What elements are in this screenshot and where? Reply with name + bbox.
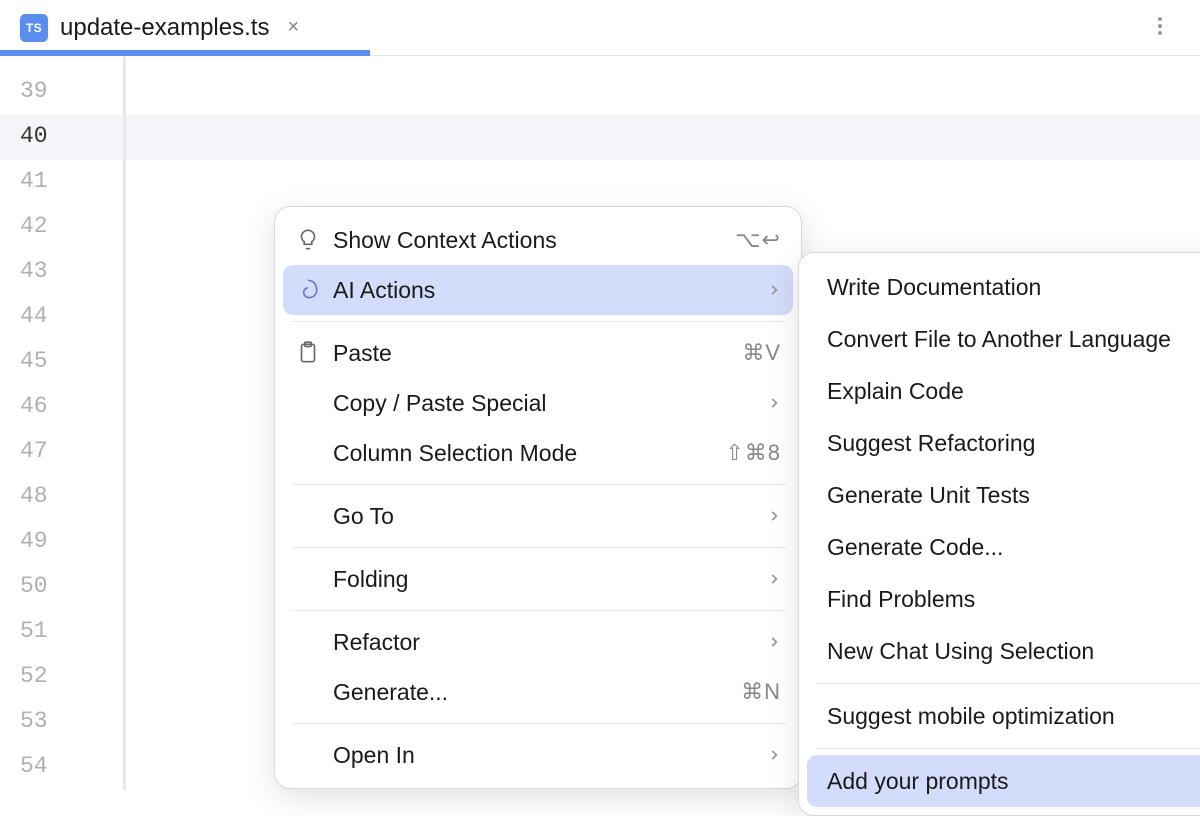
menu-item-label: Generate... [333,679,741,706]
submenu-item-suggest-mobile-optimization[interactable]: Suggest mobile optimization [799,690,1200,742]
line-number[interactable]: 43 [0,250,123,295]
submenu-item-generate-code[interactable]: Generate Code... [799,521,1200,573]
line-number[interactable]: 54 [0,745,123,790]
menu-item-label: Suggest mobile optimization [827,703,1200,730]
menu-item-label: Copy / Paste Special [333,390,767,417]
file-tab[interactable]: TS update-examples.ts × [0,0,325,55]
editor: 39404142434445464748495051525354 Show Co… [0,56,1200,790]
chevron-right-icon [767,629,781,655]
menu-item-label: Convert File to Another Language [827,326,1200,353]
clipboard-icon [295,340,333,366]
close-tab-icon[interactable]: × [281,16,305,39]
menu-item-label: Refactor [333,629,767,656]
menu-item-refactor[interactable]: Refactor [275,617,801,667]
menu-separator [291,484,785,485]
line-number[interactable]: 39 [0,70,123,115]
menu-item-label: Folding [333,566,767,593]
line-number[interactable]: 50 [0,565,123,610]
keyboard-shortcut: ⇧⌘8 [725,440,781,466]
submenu-item-suggest-refactoring[interactable]: Suggest Refactoring [799,417,1200,469]
menu-item-label: Add your prompts [827,768,1200,795]
menu-item-label: New Chat Using Selection [827,638,1200,665]
submenu-item-new-chat-using-selection[interactable]: New Chat Using Selection [799,625,1200,677]
line-number[interactable]: 45 [0,340,123,385]
menu-item-folding[interactable]: Folding [275,554,801,604]
line-number[interactable]: 49 [0,520,123,565]
chevron-right-icon [767,742,781,768]
submenu-item-find-problems[interactable]: Find Problems [799,573,1200,625]
tab-bar: TS update-examples.ts × [0,0,1200,56]
menu-item-paste[interactable]: Paste⌘V [275,328,801,378]
keyboard-shortcut: ⌥↩ [735,227,781,253]
menu-item-go-to[interactable]: Go To [275,491,801,541]
code-line [126,115,1200,160]
line-number[interactable]: 48 [0,475,123,520]
menu-item-ai-actions[interactable]: AI Actions [283,265,793,315]
menu-item-label: AI Actions [333,277,767,304]
code-line [126,70,1200,115]
ai-spiral-icon [295,277,333,303]
menu-item-label: Write Documentation [827,274,1200,301]
menu-item-label: Find Problems [827,586,1200,613]
chevron-right-icon [767,566,781,592]
submenu-item-convert-file-to-another-language[interactable]: Convert File to Another Language [799,313,1200,365]
line-number-gutter: 39404142434445464748495051525354 [0,56,126,790]
menu-separator [291,723,785,724]
menu-item-label: Generate Unit Tests [827,482,1200,509]
line-number[interactable]: 47 [0,430,123,475]
line-number[interactable]: 46 [0,385,123,430]
line-number[interactable]: 40 [0,115,126,160]
menu-separator [815,683,1200,684]
keyboard-shortcut: ⌘N [741,679,781,705]
line-number[interactable]: 51 [0,610,123,655]
submenu-item-generate-unit-tests[interactable]: Generate Unit Tests [799,469,1200,521]
menu-item-label: Go To [333,503,767,530]
line-number[interactable]: 53 [0,700,123,745]
menu-item-label: Suggest Refactoring [827,430,1200,457]
menu-item-show-context-actions[interactable]: Show Context Actions⌥↩ [275,215,801,265]
keyboard-shortcut: ⌘V [742,340,781,366]
line-number[interactable]: 44 [0,295,123,340]
menu-separator [815,748,1200,749]
menu-separator [291,547,785,548]
menu-item-copy-paste-special[interactable]: Copy / Paste Special [275,378,801,428]
menu-item-label: Open In [333,742,767,769]
menu-item-generate[interactable]: Generate...⌘N [275,667,801,717]
menu-item-open-in[interactable]: Open In [275,730,801,780]
line-number[interactable]: 52 [0,655,123,700]
ai-actions-submenu: Write Documentation Convert File to Anoth… [798,252,1200,816]
lightbulb-icon [295,227,333,253]
menu-item-label: Explain Code [827,378,1200,405]
typescript-file-icon: TS [20,14,48,42]
code-area[interactable]: Show Context Actions⌥↩ AI Actions Paste⌘V C… [126,56,1200,790]
line-number[interactable]: 41 [0,160,123,205]
chevron-right-icon [767,503,781,529]
submenu-item-write-documentation[interactable]: Write Documentation [799,261,1200,313]
menu-separator [291,321,785,322]
menu-item-label: Show Context Actions [333,227,735,254]
line-number[interactable]: 42 [0,205,123,250]
menu-item-label: Generate Code... [827,534,1200,561]
menu-item-column-selection-mode[interactable]: Column Selection Mode⇧⌘8 [275,428,801,478]
menu-item-label: Column Selection Mode [333,440,725,467]
submenu-item-add-your-prompts[interactable]: Add your prompts [807,755,1200,807]
chevron-right-icon [767,390,781,416]
chevron-right-icon [767,277,781,303]
menu-item-label: Paste [333,340,742,367]
tab-filename: update-examples.ts [60,14,269,42]
submenu-item-explain-code[interactable]: Explain Code [799,365,1200,417]
menu-separator [291,610,785,611]
context-menu: Show Context Actions⌥↩ AI Actions Paste⌘V C… [274,206,802,789]
code-line [126,160,1200,205]
tab-options-icon[interactable] [1148,14,1172,44]
